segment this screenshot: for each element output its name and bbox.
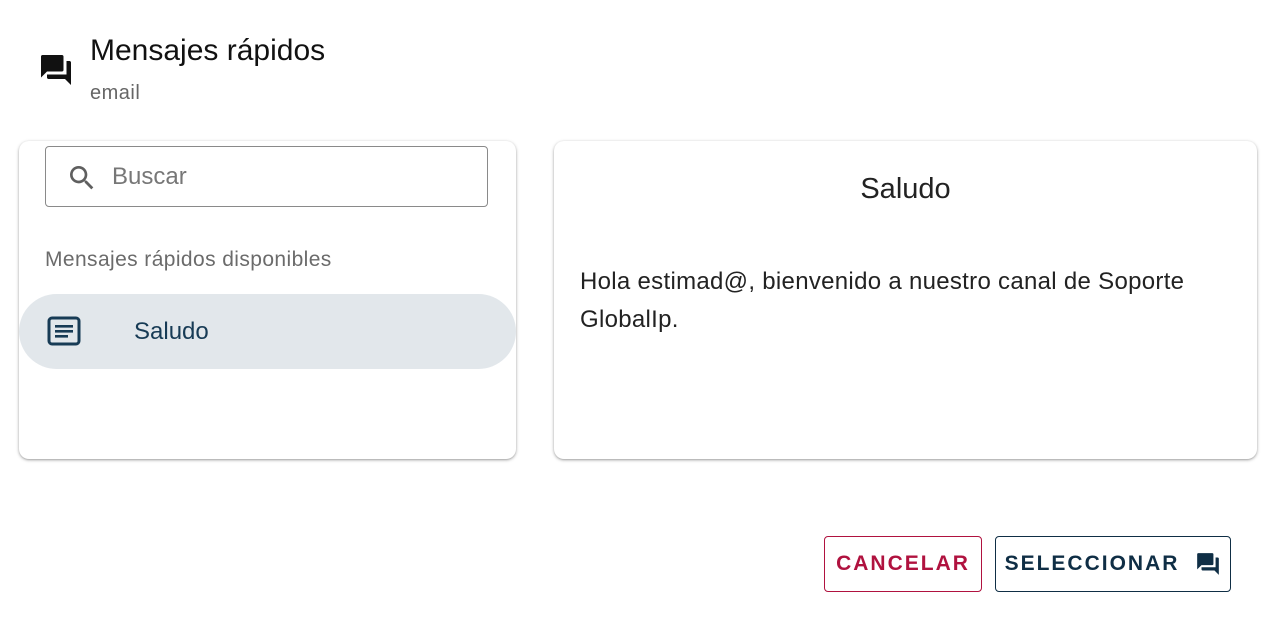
dialog-subtitle: email <box>90 82 141 104</box>
dialog-title: Mensajes rápidos <box>90 34 326 67</box>
search-field[interactable] <box>45 146 488 207</box>
forum-icon <box>1197 553 1220 575</box>
search-input[interactable] <box>112 161 472 193</box>
list-item-label: Saludo <box>134 318 209 345</box>
list-section-label: Mensajes rápidos disponibles <box>45 248 332 271</box>
select-button[interactable]: SELECCIONAR <box>995 536 1231 592</box>
cancel-button[interactable]: CANCELAR <box>824 536 982 592</box>
list-item-saludo[interactable]: Saludo <box>19 294 516 369</box>
preview-body: Hola estimad@, bienvenido a nuestro cana… <box>580 268 1185 333</box>
quick-messages-dialog: Mensajes rápidos email Mensajes rápidos … <box>0 0 1276 631</box>
preview-title: Saludo <box>860 173 951 205</box>
message-preview-panel: Saludo Hola estimad@, bienvenido a nuest… <box>554 141 1257 459</box>
select-button-label: SELECCIONAR <box>1004 552 1180 575</box>
message-list-panel: Mensajes rápidos disponibles Saludo <box>19 141 516 459</box>
cancel-button-label: CANCELAR <box>836 552 970 575</box>
search-icon <box>70 166 94 190</box>
forum-icon <box>41 55 71 85</box>
message-lines-icon <box>47 316 81 346</box>
